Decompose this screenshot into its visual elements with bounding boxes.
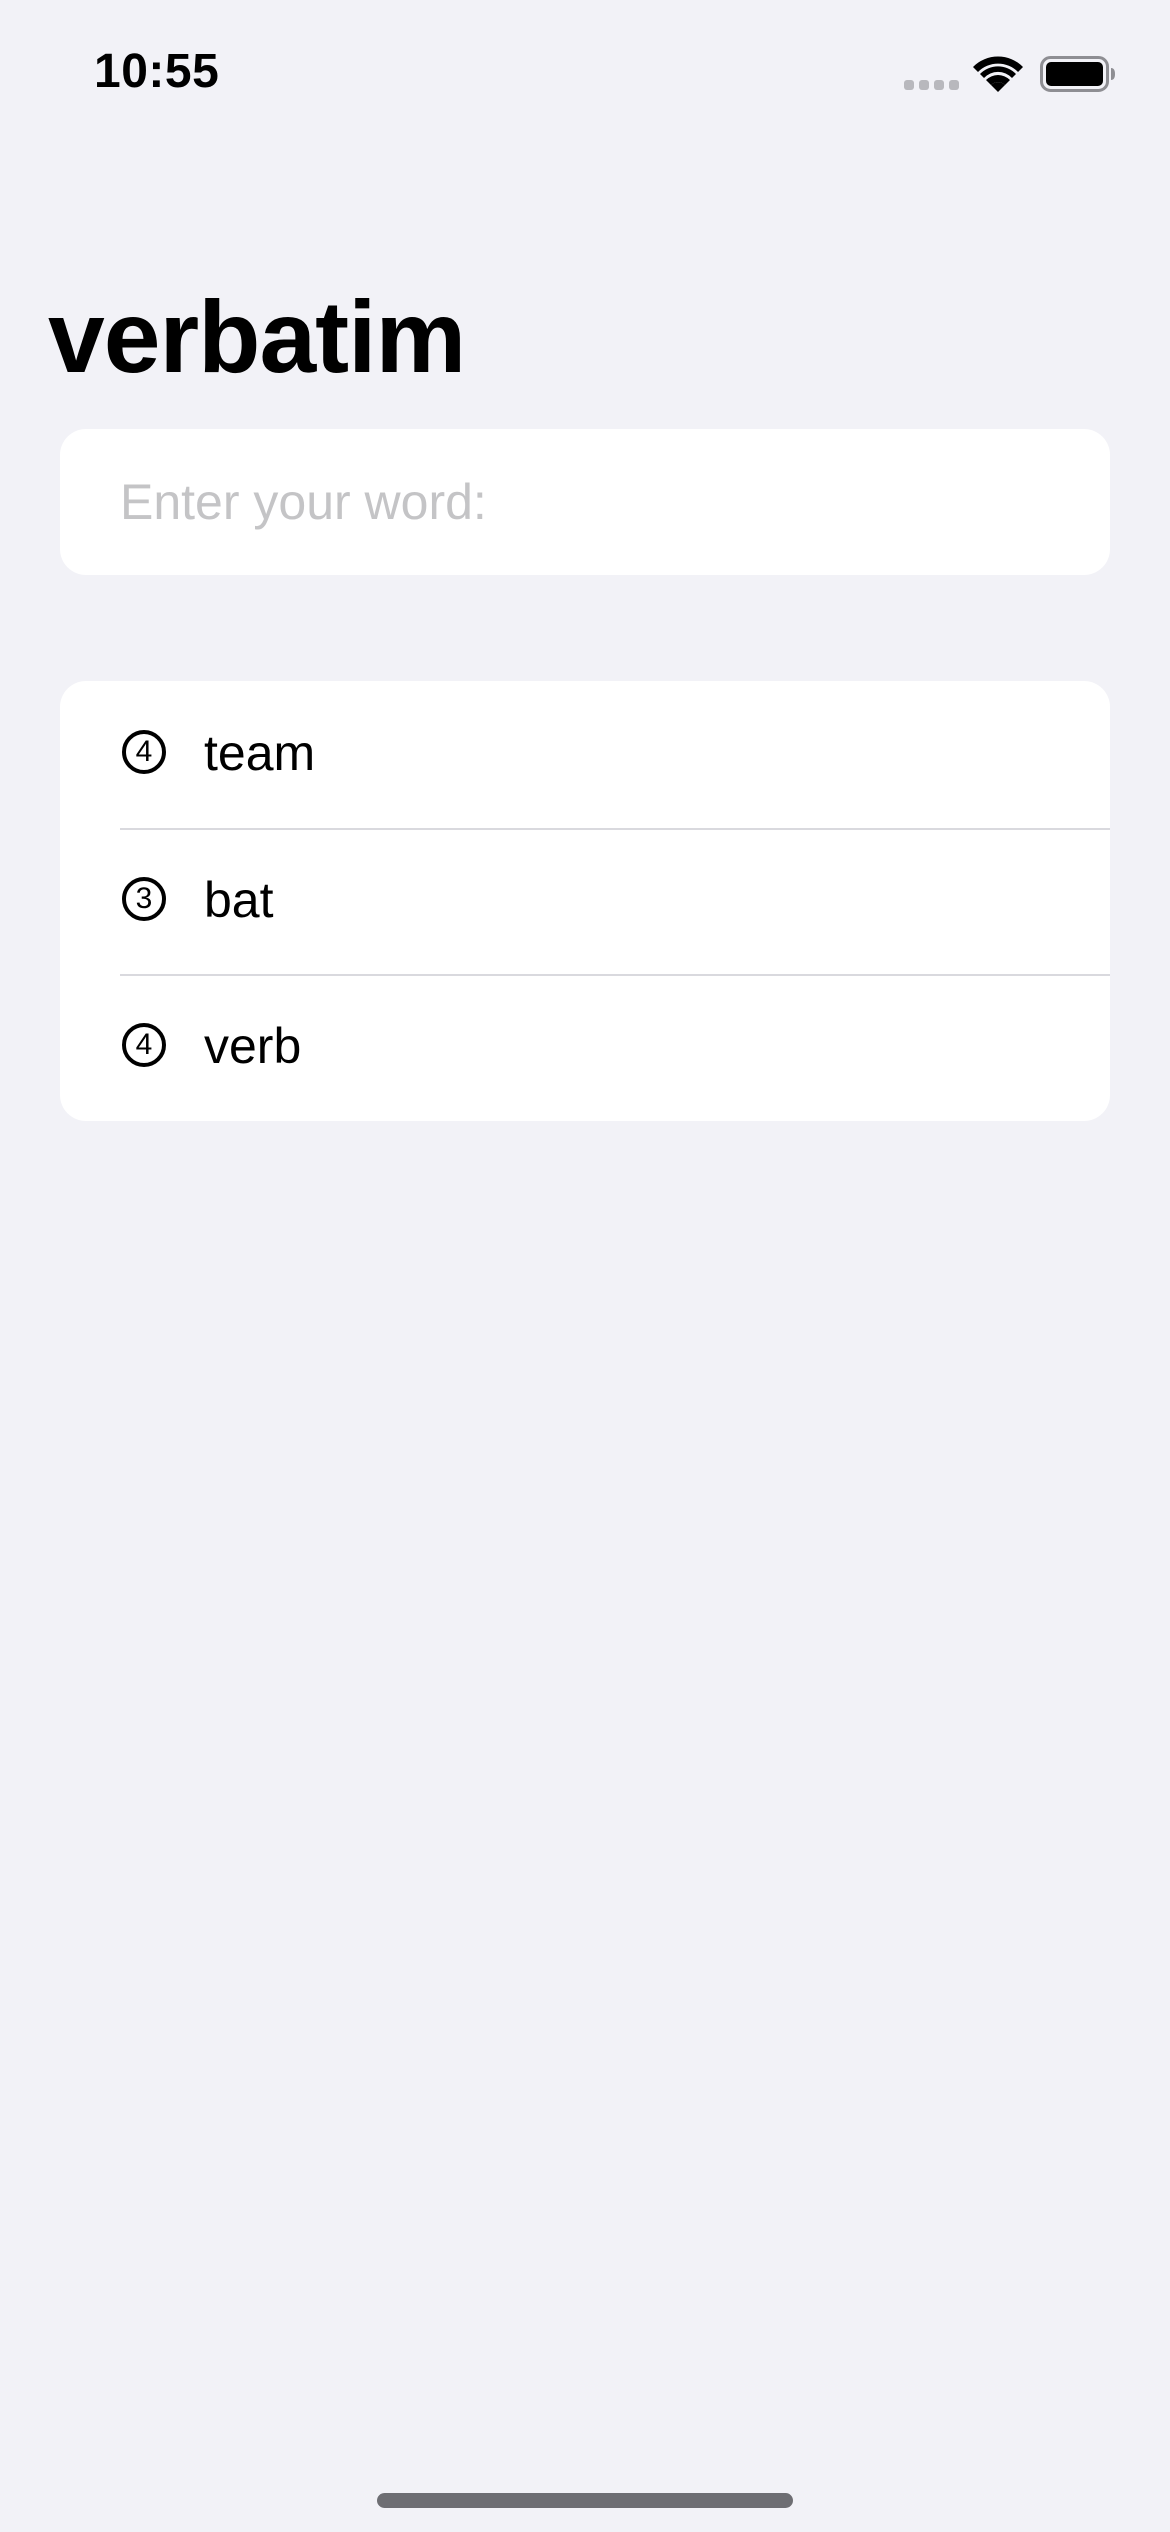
home-indicator[interactable] <box>377 2493 793 2508</box>
battery-icon <box>1040 56 1115 92</box>
list-item[interactable]: 4 team <box>60 681 1110 828</box>
word-input[interactable] <box>120 429 1080 575</box>
wifi-icon <box>973 56 1023 92</box>
page-title: verbatim <box>48 280 466 394</box>
word-label: team <box>204 725 316 781</box>
count-circle-icon: 4 <box>122 1023 166 1068</box>
status-bar: 10:55 <box>0 0 1170 150</box>
status-time: 10:55 <box>94 45 220 98</box>
list-item[interactable]: 3 bat <box>60 827 1110 975</box>
count-circle-icon: 3 <box>122 876 166 921</box>
count-circle-icon: 4 <box>122 730 166 774</box>
word-list: 4 team 3 bat 4 verb <box>60 681 1110 1121</box>
word-label: verb <box>204 1018 302 1075</box>
word-label: bat <box>204 871 274 928</box>
cellular-signal-icon <box>904 80 960 94</box>
word-input-card <box>60 429 1110 575</box>
list-item[interactable]: 4 verb <box>60 974 1110 1121</box>
